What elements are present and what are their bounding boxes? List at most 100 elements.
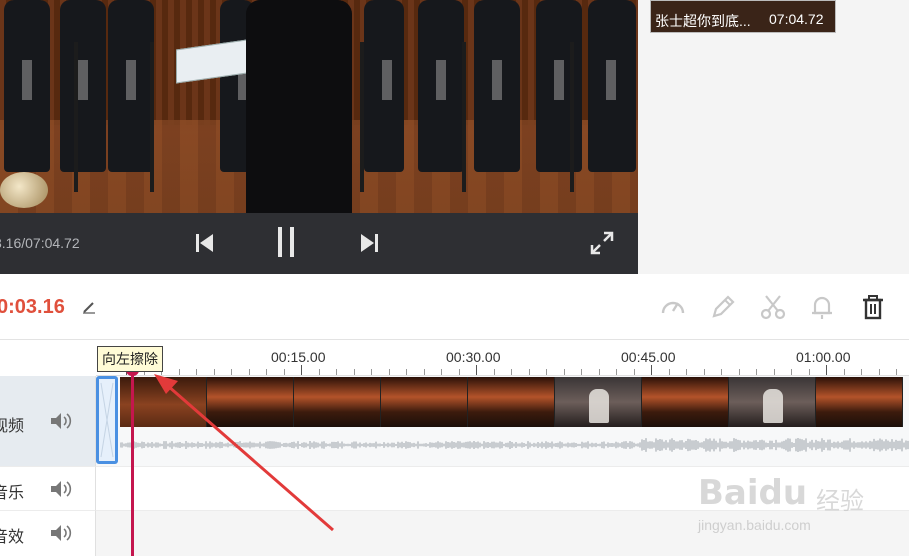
music-stand xyxy=(570,42,574,192)
track-header-music: 音乐 xyxy=(0,466,96,510)
ruler-tick xyxy=(196,369,197,375)
track-label-sfx: 音效 xyxy=(0,529,25,546)
timeline-ruler[interactable]: 00:15.00 00:30.00 00:45.00 01:00.00 xyxy=(96,341,909,376)
ruler-tick xyxy=(738,369,740,375)
ruler-tick xyxy=(511,369,512,375)
trash-icon[interactable] xyxy=(860,294,886,320)
ruler-tick xyxy=(336,369,337,375)
ruler-tick xyxy=(878,369,880,375)
speed-icon[interactable] xyxy=(660,294,686,320)
pause-icon[interactable] xyxy=(276,227,296,257)
ruler-tick xyxy=(178,369,180,375)
next-icon[interactable] xyxy=(360,233,378,253)
singer-figure xyxy=(474,0,520,172)
ruler-tick xyxy=(231,369,232,375)
track-label-video: 视频 xyxy=(0,418,25,435)
media-clip-card[interactable]: 张士超你到底... 07:04.72 xyxy=(650,0,836,33)
fullscreen-icon[interactable] xyxy=(590,231,614,255)
ruler-tick xyxy=(266,369,267,375)
ruler-tick xyxy=(371,369,372,375)
time-readout: 3.16/07:04.72 xyxy=(0,235,80,251)
music-stand xyxy=(150,42,154,192)
ruler-tick xyxy=(896,369,897,375)
pencil-icon[interactable] xyxy=(710,294,736,320)
clip-thumbnail xyxy=(555,377,642,427)
ruler-label: 00:15.00 xyxy=(271,349,326,365)
speaker-icon[interactable] xyxy=(50,524,72,542)
ruler-tick xyxy=(283,369,285,375)
video-track[interactable] xyxy=(96,376,909,466)
clip-thumbnail xyxy=(381,377,468,427)
ruler-tick xyxy=(773,369,775,375)
ruler-tick xyxy=(826,365,827,375)
ruler-tick xyxy=(546,369,547,375)
ruler-tick xyxy=(248,369,250,375)
ruler-tick xyxy=(528,369,530,375)
clip-thumbnail xyxy=(468,377,555,427)
ruler-tick xyxy=(213,369,215,375)
baidu-watermark: Baidu 经验 jingyan.baidu.com xyxy=(694,455,894,545)
video-editor: 3.16/07:04.72 张士超你到底... 07:04.72 0:03.16 xyxy=(0,0,909,556)
trim-handle[interactable] xyxy=(96,376,118,464)
ruler-tick xyxy=(406,369,407,375)
speaker-icon[interactable] xyxy=(50,480,72,498)
ruler-tick xyxy=(388,369,390,375)
ruler-label: 00:30.00 xyxy=(446,349,501,365)
ruler-tick xyxy=(721,369,722,375)
watermark-product: 经验 xyxy=(816,488,864,515)
ruler-tick xyxy=(441,369,442,375)
singer-figure xyxy=(4,0,50,172)
ruler-tick xyxy=(318,369,320,375)
ruler-tick xyxy=(563,369,565,375)
track-header-video: 视频 xyxy=(0,376,96,466)
video-clip[interactable] xyxy=(120,377,909,427)
clip-thumbnail xyxy=(294,377,381,427)
ruler-tick xyxy=(756,369,757,375)
video-preview[interactable] xyxy=(0,0,638,213)
ruler-tick xyxy=(633,369,635,375)
ruler-tick xyxy=(353,369,355,375)
ruler-tick xyxy=(668,369,670,375)
bell-icon[interactable] xyxy=(809,294,835,320)
flower-bouquet xyxy=(0,172,48,208)
edit-time-icon[interactable] xyxy=(82,300,96,314)
ruler-tick xyxy=(616,369,617,375)
watermark-url: jingyan.baidu.com xyxy=(698,517,811,533)
clip-thumbnail xyxy=(729,377,816,427)
ruler-tick xyxy=(423,369,425,375)
ruler-tick xyxy=(861,369,862,375)
trim-handle-icon xyxy=(100,382,114,458)
singer-figure xyxy=(588,0,636,172)
track-header-sfx: 音效 xyxy=(0,510,96,556)
ruler-tick xyxy=(791,369,792,375)
singer-figure xyxy=(418,0,464,172)
previous-icon[interactable] xyxy=(196,233,214,253)
tooltip: 向左擦除 xyxy=(97,346,163,372)
speaker-icon[interactable] xyxy=(50,412,72,430)
player-controls: 3.16/07:04.72 xyxy=(0,213,638,274)
music-stand xyxy=(74,42,78,192)
ruler-tick xyxy=(493,369,495,375)
conductor-figure xyxy=(246,0,352,213)
clip-thumbnail xyxy=(642,377,729,427)
ruler-tick xyxy=(843,369,845,375)
ruler-tick xyxy=(686,369,687,375)
watermark-brand: Baidu xyxy=(698,473,808,513)
ruler-tick xyxy=(808,369,810,375)
ruler-tick xyxy=(476,365,477,375)
ruler-label: 01:00.00 xyxy=(796,349,851,365)
ruler-tick xyxy=(458,369,460,375)
clip-title: 张士超你到底... xyxy=(655,13,751,29)
ruler-tick xyxy=(651,365,652,375)
current-time: 0:03.16 xyxy=(0,296,65,318)
clip-thumbnail xyxy=(207,377,294,427)
scissors-icon[interactable] xyxy=(760,294,786,320)
music-stand xyxy=(360,42,364,192)
track-label-music: 音乐 xyxy=(0,485,25,502)
media-library-panel: 张士超你到底... 07:04.72 xyxy=(638,0,909,274)
ruler-label: 00:45.00 xyxy=(621,349,676,365)
ruler-tick xyxy=(703,369,705,375)
playhead[interactable] xyxy=(131,358,134,556)
ruler-tick xyxy=(581,369,582,375)
editor-toolbar: 0:03.16 xyxy=(0,274,909,340)
